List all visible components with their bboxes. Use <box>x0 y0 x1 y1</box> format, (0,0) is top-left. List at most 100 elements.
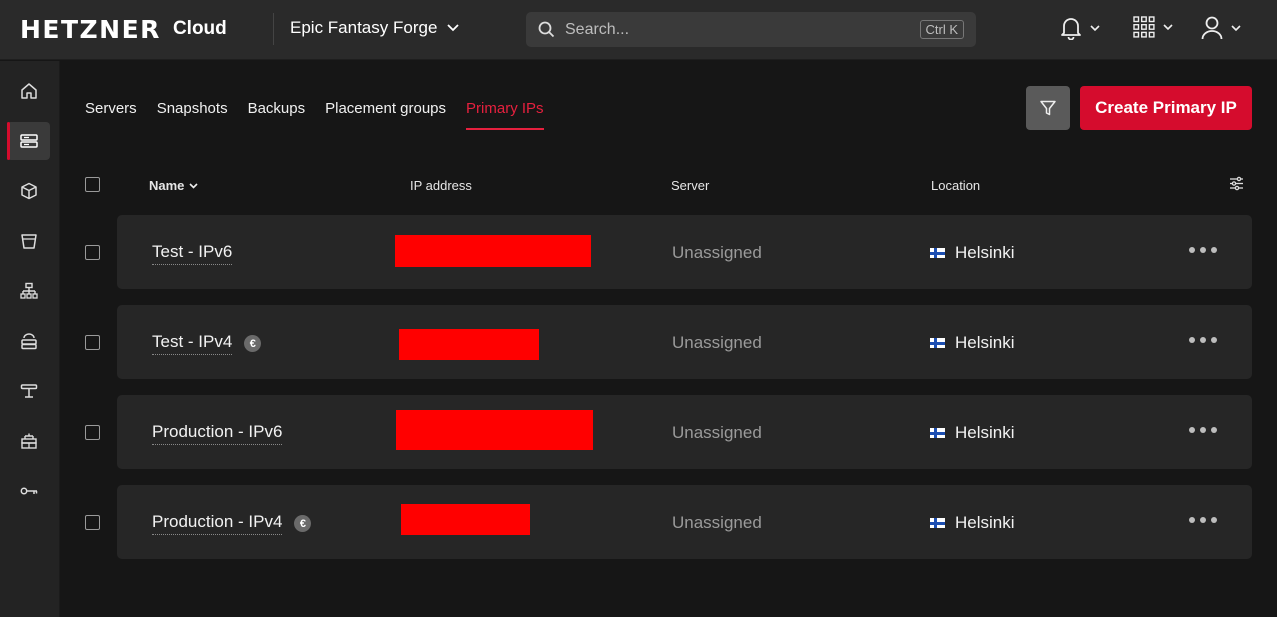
name-cell: Production - IPv6 <box>152 422 283 445</box>
sidebar-item-volumes[interactable] <box>7 172 50 210</box>
logo-wordmark: HETZNER <box>20 14 161 44</box>
ip-address-redacted <box>399 329 539 360</box>
dot-icon <box>1200 247 1206 253</box>
location-label: Helsinki <box>955 513 1015 532</box>
user-menu-button[interactable] <box>1201 16 1241 40</box>
tab-servers[interactable]: Servers <box>85 100 137 130</box>
billing-euro-badge: € <box>294 515 312 532</box>
filter-button[interactable] <box>1026 86 1070 130</box>
sidebar-item-servers[interactable] <box>7 122 50 160</box>
search-bar[interactable]: Search... Ctrl K <box>526 12 976 47</box>
security-icon <box>20 433 37 449</box>
ip-name-link[interactable]: Production - IPv4 <box>152 512 283 535</box>
row-actions-button[interactable] <box>1189 243 1217 257</box>
ip-address-redacted <box>395 235 591 267</box>
chevron-down-icon <box>1163 23 1173 30</box>
divider <box>273 13 274 45</box>
sidebar-item-ssh-keys[interactable] <box>7 472 50 510</box>
servers-icon <box>19 134 38 148</box>
search-input[interactable]: Search... <box>565 21 920 39</box>
dot-icon <box>1189 337 1195 343</box>
row-actions-button[interactable] <box>1189 513 1217 527</box>
ip-name-link[interactable]: Production - IPv6 <box>152 422 283 445</box>
home-icon <box>20 83 37 99</box>
finland-flag-icon <box>930 428 945 438</box>
top-bar: HETZNER Cloud Epic Fantasy Forge Search.… <box>0 0 1277 60</box>
tab-primary-ips[interactable]: Primary IPs <box>466 100 544 130</box>
storage-bucket-icon <box>20 234 37 249</box>
row-actions-button[interactable] <box>1189 333 1217 347</box>
table-header: Name IP address Server Location <box>85 176 1252 196</box>
location-cell: Helsinki <box>930 423 1015 443</box>
chevron-down-icon <box>1231 24 1241 31</box>
name-cell: Production - IPv4 € <box>152 512 312 535</box>
row-actions-button[interactable] <box>1189 423 1217 437</box>
row-checkbox[interactable] <box>85 335 100 350</box>
location-label: Helsinki <box>955 423 1015 442</box>
table-row[interactable]: Production - IPv4 € Unassigned Helsinki <box>117 485 1252 559</box>
dot-icon <box>1211 517 1217 523</box>
server-cell: Unassigned <box>672 423 762 442</box>
dot-icon <box>1211 427 1217 433</box>
finland-flag-icon <box>930 248 945 258</box>
tab-placement-groups[interactable]: Placement groups <box>325 100 446 130</box>
ip-name-link[interactable]: Test - IPv4 <box>152 332 233 355</box>
dot-icon <box>1200 427 1206 433</box>
ip-address-redacted <box>401 504 530 535</box>
sidebar <box>0 61 60 617</box>
row-checkbox[interactable] <box>85 425 100 440</box>
sort-down-icon <box>189 182 198 189</box>
sidebar-item-home[interactable] <box>7 72 50 110</box>
apps-menu-button[interactable] <box>1133 16 1173 38</box>
column-header-location: Location <box>931 178 981 193</box>
user-icon <box>1201 16 1223 40</box>
row-checkbox[interactable] <box>85 515 100 530</box>
project-selector[interactable]: Epic Fantasy Forge <box>290 18 460 38</box>
name-cell: Test - IPv6 <box>152 242 233 265</box>
project-name: Epic Fantasy Forge <box>290 18 438 37</box>
location-cell: Helsinki <box>930 333 1015 353</box>
dot-icon <box>1189 247 1195 253</box>
resource-tabs: Servers Snapshots Backups Placement grou… <box>85 100 564 130</box>
table-row[interactable]: Test - IPv4 € Unassigned Helsinki <box>117 305 1252 379</box>
column-settings-button[interactable] <box>1229 176 1244 194</box>
bell-icon <box>1061 18 1081 40</box>
ip-address-redacted <box>396 410 593 450</box>
sidebar-item-firewalls[interactable] <box>7 322 50 360</box>
dot-icon <box>1211 247 1217 253</box>
create-primary-ip-button[interactable]: Create Primary IP <box>1080 86 1252 130</box>
table-row[interactable]: Test - IPv6 Unassigned Helsinki <box>117 215 1252 289</box>
search-shortcut: Ctrl K <box>919 20 964 39</box>
sidebar-item-security[interactable] <box>7 422 50 460</box>
tab-snapshots[interactable]: Snapshots <box>157 100 228 130</box>
hetzner-logo[interactable]: HETZNER Cloud <box>20 14 227 44</box>
dot-icon <box>1200 337 1206 343</box>
sidebar-item-load-balancers[interactable] <box>7 272 50 310</box>
column-header-ip: IP address <box>410 178 472 193</box>
finland-flag-icon <box>930 338 945 348</box>
apps-grid-icon <box>1133 16 1155 38</box>
filter-icon <box>1040 100 1056 116</box>
search-icon <box>538 21 555 38</box>
tab-backups[interactable]: Backups <box>248 100 306 130</box>
dot-icon <box>1200 517 1206 523</box>
ip-name-link[interactable]: Test - IPv6 <box>152 242 233 265</box>
column-header-name[interactable]: Name <box>149 178 198 193</box>
location-label: Helsinki <box>955 243 1015 262</box>
table-row[interactable]: Production - IPv6 Unassigned Helsinki <box>117 395 1252 469</box>
firewall-icon <box>20 333 37 350</box>
sidebar-item-storage[interactable] <box>7 222 50 260</box>
dot-icon <box>1211 337 1217 343</box>
location-label: Helsinki <box>955 333 1015 352</box>
location-cell: Helsinki <box>930 243 1015 263</box>
location-cell: Helsinki <box>930 513 1015 533</box>
name-cell: Test - IPv4 € <box>152 332 262 355</box>
notifications-button[interactable] <box>1060 16 1100 40</box>
select-all-checkbox[interactable] <box>85 177 100 192</box>
server-cell: Unassigned <box>672 243 762 262</box>
row-checkbox[interactable] <box>85 245 100 260</box>
networks-icon <box>20 384 37 398</box>
sidebar-item-networks[interactable] <box>7 372 50 410</box>
chevron-down-icon <box>1090 24 1100 31</box>
key-icon <box>20 487 37 495</box>
